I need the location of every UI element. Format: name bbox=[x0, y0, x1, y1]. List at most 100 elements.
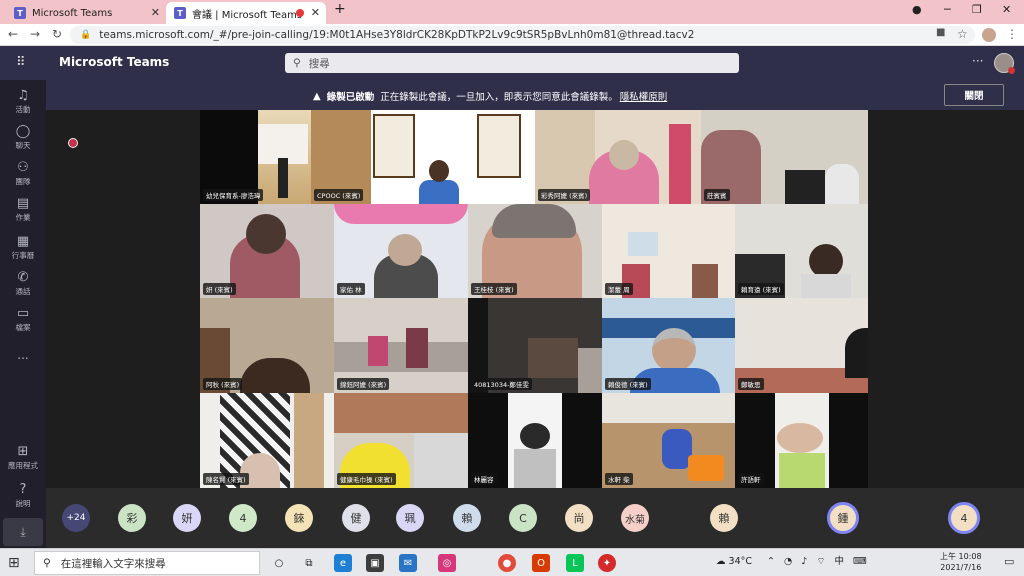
privacy-link[interactable]: 隱私權原則 bbox=[620, 89, 668, 103]
instagram-icon[interactable]: ◎ bbox=[438, 554, 456, 572]
chrome-icon[interactable]: ● bbox=[498, 554, 516, 572]
video-tile[interactable]: 錦鈺阿嬤 (來賓) bbox=[334, 298, 468, 393]
participant-avatar[interactable]: 賴 bbox=[710, 504, 738, 532]
participant-avatar[interactable]: 水菊 bbox=[621, 504, 649, 532]
video-tile[interactable]: 許語軒 bbox=[735, 393, 868, 488]
video-tile[interactable]: 陳名賢 (來賓) bbox=[200, 393, 334, 488]
video-tile[interactable]: 賴育遠 (來賓) bbox=[735, 204, 868, 298]
download-icon[interactable]: ⤓ bbox=[3, 518, 43, 546]
rail-item-calls[interactable]: ✆ 通話 bbox=[0, 270, 46, 297]
participant-avatar[interactable]: 健 bbox=[342, 504, 370, 532]
minimize-icon[interactable]: ─ bbox=[944, 3, 951, 16]
more-participants-avatar[interactable]: +24 bbox=[62, 504, 90, 532]
url-field[interactable]: 🔒 teams.microsoft.com/_#/pre-join-callin… bbox=[70, 26, 975, 44]
task-view-icon[interactable]: ⧉ bbox=[300, 554, 318, 572]
taskbar-search-input[interactable]: ⚲ 在這裡輸入文字來搜尋 bbox=[34, 551, 260, 575]
camera-icon[interactable]: ■ bbox=[936, 27, 945, 38]
profile-avatar[interactable] bbox=[982, 28, 996, 42]
video-tile[interactable]: 莊賓賓 bbox=[701, 110, 868, 204]
participant-avatar[interactable]: 4 bbox=[229, 504, 257, 532]
video-tile[interactable]: 潔蕾 周 bbox=[602, 204, 735, 298]
windows-start-icon[interactable]: ⊞ bbox=[8, 555, 20, 571]
files-icon: ▭ bbox=[16, 306, 30, 321]
lock-icon: 🔒 bbox=[80, 30, 92, 40]
network-icon[interactable]: ◔ bbox=[784, 556, 792, 567]
video-tile[interactable]: 健康毛巾操 (來賓) bbox=[334, 393, 468, 488]
participant-name: 40813034-鄭佳雯 bbox=[471, 378, 532, 390]
new-tab-button[interactable]: + bbox=[334, 1, 346, 17]
address-bar: ← → ↻ 🔒 teams.microsoft.com/_#/pre-join-… bbox=[0, 24, 1024, 46]
video-tile[interactable]: 幼兒保育系-廖浩瑋 bbox=[200, 110, 311, 204]
star-icon[interactable]: ☆ bbox=[957, 27, 968, 41]
notification-icon[interactable]: ▭ bbox=[1004, 555, 1014, 568]
browser-tab-meeting[interactable]: T 會議 | Microsoft Teams ✕ bbox=[166, 2, 326, 24]
app-icon[interactable]: ✦ bbox=[598, 554, 616, 572]
menu-icon[interactable]: ⋮ bbox=[1006, 27, 1018, 41]
rail-item-calendar[interactable]: ▦ 行事曆 bbox=[0, 234, 46, 261]
video-tile[interactable]: CPOOC (來賓) bbox=[311, 110, 535, 204]
store-icon[interactable]: ▣ bbox=[366, 554, 384, 572]
edge-icon[interactable]: e bbox=[334, 554, 352, 572]
app-launcher-icon[interactable]: ⠿ bbox=[16, 56, 30, 70]
video-tile[interactable]: 林麗容 bbox=[468, 393, 602, 488]
participant-avatar[interactable]: 妍 bbox=[173, 504, 201, 532]
reload-icon[interactable]: ↻ bbox=[52, 27, 62, 41]
wifi-icon[interactable]: ⌔ bbox=[816, 556, 825, 567]
line-icon[interactable]: L bbox=[566, 554, 584, 572]
mail-icon[interactable]: ✉ bbox=[399, 554, 417, 572]
close-banner-button[interactable]: 關閉 bbox=[944, 84, 1004, 106]
rail-item-apps[interactable]: ⊞ 應用程式 bbox=[0, 444, 46, 471]
video-tile[interactable]: 40813034-鄭佳雯 bbox=[468, 298, 602, 393]
rail-item-more[interactable]: ... bbox=[0, 346, 46, 362]
video-tile[interactable]: 妍 (來賓) bbox=[200, 204, 334, 298]
office-icon[interactable]: O bbox=[532, 554, 550, 572]
input-mode-icon[interactable]: ⌨ bbox=[853, 556, 867, 567]
participant-avatar[interactable]: 錸 bbox=[285, 504, 313, 532]
video-tile[interactable]: 王桂枝 (來賓) bbox=[468, 204, 602, 298]
more-options-icon[interactable]: ··· bbox=[972, 54, 983, 68]
video-tile[interactable]: 賴俊德 (來賓) bbox=[602, 298, 735, 393]
rail-item-help[interactable]: ? 說明 bbox=[0, 482, 46, 509]
clock[interactable]: 上午 10:08 2021/7/16 bbox=[940, 551, 982, 573]
windows-taskbar: ⊞ ⚲ 在這裡輸入文字來搜尋 ○ ⧉ e ▣ ✉ ◎ ● O L ✦ ☁ 34°… bbox=[0, 548, 1024, 576]
participant-name: 彩秀阿嬤 (來賓) bbox=[538, 189, 591, 201]
video-tile[interactable]: 鄭敏思 bbox=[735, 298, 868, 393]
close-tab-icon[interactable]: ✕ bbox=[311, 6, 320, 19]
rail-item-activity[interactable]: ♫ 活動 bbox=[0, 88, 46, 115]
active-speaker-avatar[interactable]: 鍾 bbox=[827, 502, 859, 534]
active-speaker-avatar[interactable]: 4 bbox=[948, 502, 980, 534]
participant-name: 林麗容 bbox=[471, 473, 497, 485]
participant-avatar[interactable]: 尚 bbox=[565, 504, 593, 532]
help-icon: ? bbox=[19, 482, 27, 497]
back-icon[interactable]: ← bbox=[8, 27, 18, 41]
rail-item-chat[interactable]: ◯ 聊天 bbox=[0, 124, 46, 151]
rail-item-files[interactable]: ▭ 檔案 bbox=[0, 306, 46, 333]
participant-avatar[interactable]: 彩 bbox=[118, 504, 146, 532]
participant-name: 王桂枝 (來賓) bbox=[471, 283, 517, 295]
recording-indicator-icon bbox=[68, 138, 78, 148]
window-close-icon[interactable]: ✕ bbox=[1002, 3, 1011, 16]
participant-name: 幼兒保育系-廖浩瑋 bbox=[203, 189, 264, 201]
video-tile[interactable]: 彩秀阿嬤 (來賓) bbox=[535, 110, 701, 204]
close-tab-icon[interactable]: ✕ bbox=[151, 6, 160, 19]
video-tile[interactable]: 家佑 林 bbox=[334, 204, 468, 298]
weather-icon: ☁ bbox=[716, 556, 726, 567]
rail-item-teams[interactable]: ⚇ 團隊 bbox=[0, 160, 46, 187]
participant-avatar[interactable]: 賴 bbox=[453, 504, 481, 532]
volume-icon[interactable]: ♪ bbox=[801, 556, 807, 567]
ime-indicator[interactable]: 中 bbox=[834, 556, 844, 567]
rail-item-assignments[interactable]: ▤ 作業 bbox=[0, 196, 46, 223]
browser-tab-teams[interactable]: T Microsoft Teams ✕ bbox=[6, 2, 166, 24]
video-tile[interactable]: 阿秋 (來賓) bbox=[200, 298, 334, 393]
forward-icon[interactable]: → bbox=[30, 27, 40, 41]
tab-search-icon[interactable]: ● bbox=[912, 3, 922, 16]
cortana-icon[interactable]: ○ bbox=[270, 554, 288, 572]
tray-chevron-icon[interactable]: ⌃ bbox=[767, 556, 775, 567]
participant-avatar[interactable]: 珮 bbox=[396, 504, 424, 532]
app-rail: ♫ 活動 ◯ 聊天 ⚇ 團隊 ▤ 作業 ▦ 行事曆 ✆ 通話 ▭ 檔案 ... ⊞ 應用程式 ?… bbox=[0, 80, 46, 548]
search-input[interactable]: ⚲ 搜尋 bbox=[285, 53, 739, 73]
weather-text[interactable]: 34°C bbox=[729, 556, 752, 567]
participant-avatar[interactable]: C bbox=[509, 504, 537, 532]
maximize-icon[interactable]: ❐ bbox=[972, 3, 982, 16]
video-tile[interactable]: 水軒 柴 bbox=[602, 393, 735, 488]
